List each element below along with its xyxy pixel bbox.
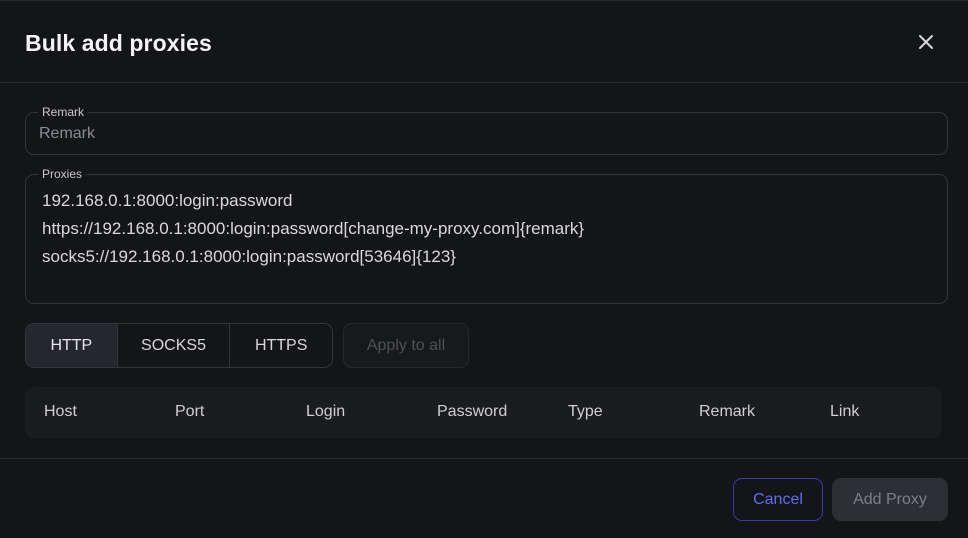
proxies-field[interactable]: Proxies 192.168.0.1:8000:login:password …	[25, 166, 948, 304]
type-https-button[interactable]: HTTPS	[230, 324, 332, 367]
column-header-port: Port	[175, 403, 205, 420]
footer-divider	[0, 458, 968, 459]
cancel-button[interactable]: Cancel	[733, 478, 823, 521]
dialog-header: Bulk add proxies	[0, 1, 968, 83]
dialog-title: Bulk add proxies	[25, 30, 212, 56]
column-header-password: Password	[437, 403, 508, 420]
close-icon	[919, 35, 933, 49]
proxy-line: socks5://192.168.0.1:8000:login:password…	[42, 247, 456, 266]
column-header-remark: Remark	[699, 403, 756, 420]
type-http-button[interactable]: HTTP	[26, 324, 118, 367]
column-header-link: Link	[830, 403, 860, 420]
add-proxy-button[interactable]: Add Proxy	[832, 478, 948, 521]
close-button[interactable]	[912, 28, 940, 56]
bulk-add-proxies-dialog: Bulk add proxies Remark Proxies 192.168.…	[0, 0, 968, 538]
proxy-line: https://192.168.0.1:8000:login:password[…	[42, 219, 585, 238]
column-header-login: Login	[306, 403, 346, 420]
column-header-host: Host	[44, 403, 77, 420]
proxy-type-toggle-group: HTTP SOCKS5 HTTPS	[25, 323, 333, 368]
proxies-textarea[interactable]: 192.168.0.1:8000:login:password https://…	[42, 187, 931, 271]
apply-to-all-button[interactable]: Apply to all	[343, 323, 469, 368]
column-header-type: Type	[568, 403, 603, 420]
remark-field: Remark	[25, 104, 948, 155]
remark-input[interactable]	[26, 113, 947, 154]
type-socks5-button[interactable]: SOCKS5	[118, 324, 231, 367]
proxies-label: Proxies	[38, 166, 87, 182]
proxy-table-header: Host Port Login Password Type Remark Lin…	[25, 387, 942, 438]
proxy-line: 192.168.0.1:8000:login:password	[42, 191, 293, 210]
